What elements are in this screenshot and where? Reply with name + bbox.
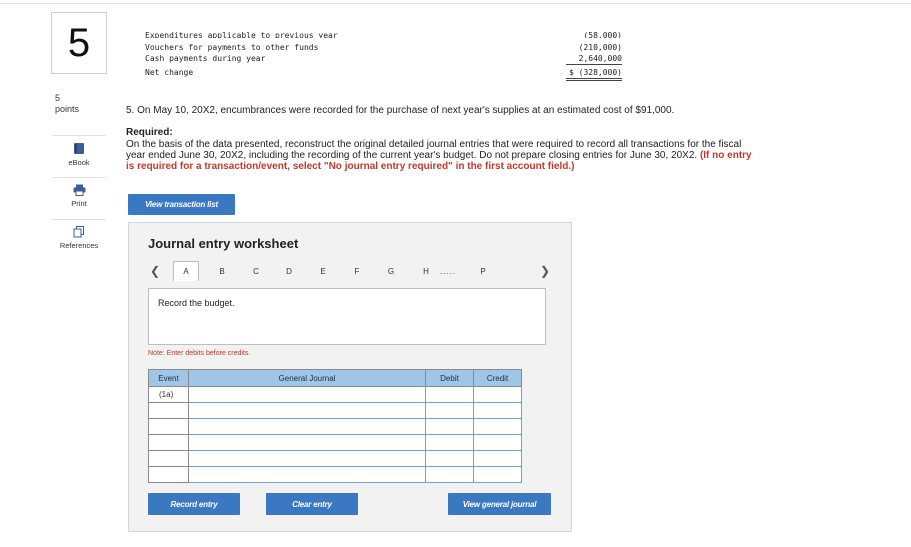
- print-label: Print: [71, 199, 87, 208]
- credit-input[interactable]: [473, 434, 522, 451]
- tab-c[interactable]: C: [246, 261, 266, 281]
- required-heading: Required:: [126, 127, 173, 138]
- total-double-underline: [566, 80, 622, 81]
- credit-input[interactable]: [473, 450, 522, 467]
- worksheet-tabs: ❮ A B C D E F G H ..... P ❯: [148, 261, 552, 281]
- account-input[interactable]: [188, 386, 426, 403]
- event-cell: [148, 418, 189, 435]
- prior-row-value: (210,000): [578, 43, 622, 52]
- prior-row-value: $ (328,000): [569, 68, 622, 77]
- record-entry-button[interactable]: Record entry: [148, 493, 240, 515]
- debit-input[interactable]: [425, 434, 474, 451]
- column-header-event: Event: [148, 369, 189, 387]
- debit-input[interactable]: [425, 450, 474, 467]
- account-input[interactable]: [188, 466, 426, 483]
- points-label: points: [55, 104, 80, 114]
- prior-row-value: (58,000): [583, 31, 622, 38]
- record-instruction-text: Record the budget.: [158, 298, 235, 308]
- credit-input[interactable]: [473, 402, 522, 419]
- references-icon: [73, 226, 84, 238]
- rail-divider: [52, 219, 106, 220]
- credit-input[interactable]: [473, 418, 522, 435]
- debit-input[interactable]: [425, 418, 474, 435]
- column-header-debit: Debit: [425, 369, 474, 387]
- event-cell: [148, 466, 189, 483]
- prior-row-label: Expenditures applicable to previous year: [145, 31, 338, 38]
- next-tab-arrow[interactable]: ❯: [540, 261, 550, 281]
- previous-tab-arrow[interactable]: ❮: [150, 261, 160, 281]
- prior-row-label: Net change: [145, 68, 194, 77]
- column-header-credit: Credit: [473, 369, 522, 387]
- points-value: 5: [55, 93, 61, 103]
- references-button[interactable]: References: [52, 226, 106, 250]
- ebook-label: eBook: [68, 158, 90, 167]
- tab-b[interactable]: B: [212, 261, 232, 281]
- subtotal-underline: [566, 64, 622, 65]
- tab-d[interactable]: D: [279, 261, 299, 281]
- table-row: [148, 450, 522, 467]
- debit-input[interactable]: [425, 466, 474, 483]
- tab-g[interactable]: G: [381, 261, 401, 281]
- credit-input[interactable]: [473, 466, 522, 483]
- print-icon: [73, 184, 85, 196]
- prior-row-value: 2,640,000: [578, 54, 622, 63]
- account-input[interactable]: [188, 450, 426, 467]
- top-divider: [0, 3, 911, 4]
- account-input[interactable]: [188, 418, 426, 435]
- book-icon: [74, 143, 84, 154]
- required-body: On the basis of the data presented, reco…: [126, 139, 756, 172]
- total-double-underline: [566, 78, 622, 79]
- references-label: References: [59, 241, 99, 250]
- required-text: On the basis of the data presented, reco…: [126, 139, 742, 161]
- tab-ellipsis: .....: [439, 266, 457, 276]
- view-transaction-list-button[interactable]: View transaction list: [128, 194, 235, 215]
- debit-input[interactable]: [425, 402, 474, 419]
- rail-divider: [52, 135, 106, 136]
- table-row: [148, 434, 522, 451]
- table-row: [148, 418, 522, 435]
- table-row: (1a): [148, 386, 522, 403]
- clear-entry-button[interactable]: Clear entry: [266, 493, 358, 515]
- debit-input[interactable]: [425, 386, 474, 403]
- view-general-journal-button[interactable]: View general journal: [448, 493, 551, 515]
- event-cell: [148, 402, 189, 419]
- tab-a[interactable]: A: [173, 261, 199, 281]
- question-number: 5: [67, 20, 91, 65]
- ebook-button[interactable]: eBook: [52, 142, 106, 167]
- tab-f[interactable]: F: [347, 261, 367, 281]
- record-instruction-box: Record the budget.: [148, 288, 546, 345]
- table-row: [148, 466, 522, 483]
- journal-entry-table: Event General Journal Debit Credit (1a): [148, 369, 522, 483]
- column-header-general-journal: General Journal: [188, 369, 426, 387]
- account-input[interactable]: [188, 402, 426, 419]
- tab-e[interactable]: E: [313, 261, 333, 281]
- table-header-row: Event General Journal Debit Credit: [148, 369, 522, 387]
- event-cell: (1a): [148, 386, 189, 403]
- problem-text: 5. On May 10, 20X2, encumbrances were re…: [126, 105, 675, 116]
- event-cell: [148, 450, 189, 467]
- event-cell: [148, 434, 189, 451]
- worksheet-title: Journal entry worksheet: [148, 236, 299, 251]
- credit-input[interactable]: [473, 386, 522, 403]
- rail-divider: [52, 177, 106, 178]
- table-row: [148, 402, 522, 419]
- account-input[interactable]: [188, 434, 426, 451]
- debits-note: Note: Enter debits before credits.: [148, 350, 251, 357]
- tab-p[interactable]: P: [473, 261, 493, 281]
- prior-row-label: Vouchers for payments to other funds: [145, 43, 319, 52]
- prior-row-label: Cash payments during year: [145, 54, 266, 63]
- print-button[interactable]: Print: [52, 184, 106, 208]
- question-number-box: 5: [51, 12, 107, 74]
